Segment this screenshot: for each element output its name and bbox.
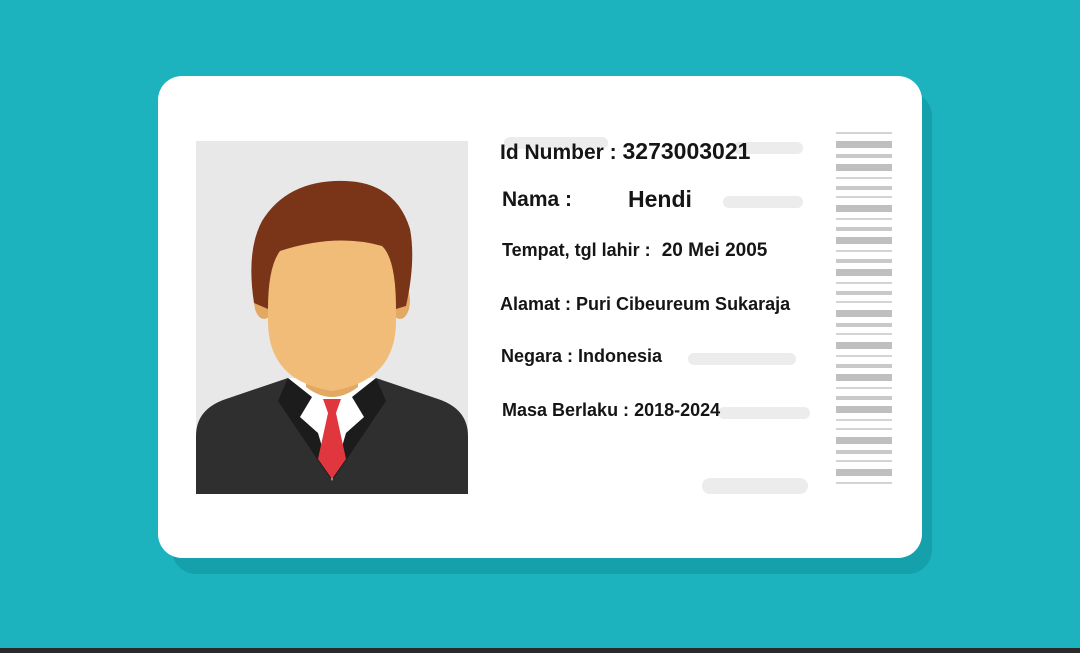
bottom-strip: [0, 648, 1080, 653]
field-nama-value: Hendi: [628, 186, 692, 213]
field-label: Negara :: [501, 346, 574, 366]
barcode-stripes-icon: [836, 132, 892, 491]
profile-photo: [196, 141, 468, 494]
field-id-number: Id Number : 3273003021: [500, 138, 750, 165]
decor-pill: [718, 407, 810, 419]
field-value: Puri Cibeureum Sukaraja: [576, 294, 791, 314]
field-nama: Nama :: [502, 188, 572, 212]
field-tempat-tgl-lahir: Tempat, tgl lahir : 20 Mei 2005: [502, 240, 767, 262]
field-value: Indonesia: [578, 346, 663, 366]
field-negara: Negara : Indonesia: [501, 346, 662, 367]
person-avatar-icon: [196, 180, 468, 494]
field-masa-berlaku: Masa Berlaku : 2018-2024: [502, 400, 720, 421]
field-alamat: Alamat : Puri Cibeureum Sukaraja: [500, 294, 790, 315]
field-value: 2018-2024: [634, 400, 721, 420]
id-card: Id Number : 3273003021 Nama : Hendi Temp…: [158, 76, 922, 558]
field-value: Hendi: [628, 186, 692, 212]
decor-pill: [702, 478, 808, 494]
decor-pill: [723, 196, 803, 208]
field-label: Nama :: [502, 188, 573, 211]
field-label: Id Number :: [500, 141, 617, 164]
field-label: Alamat :: [500, 294, 572, 314]
field-value: 20 Mei 2005: [661, 240, 768, 261]
field-label: Masa Berlaku :: [502, 400, 630, 420]
field-label: Tempat, tgl lahir :: [502, 240, 651, 260]
field-value: 3273003021: [622, 138, 751, 164]
decor-pill: [688, 353, 796, 365]
